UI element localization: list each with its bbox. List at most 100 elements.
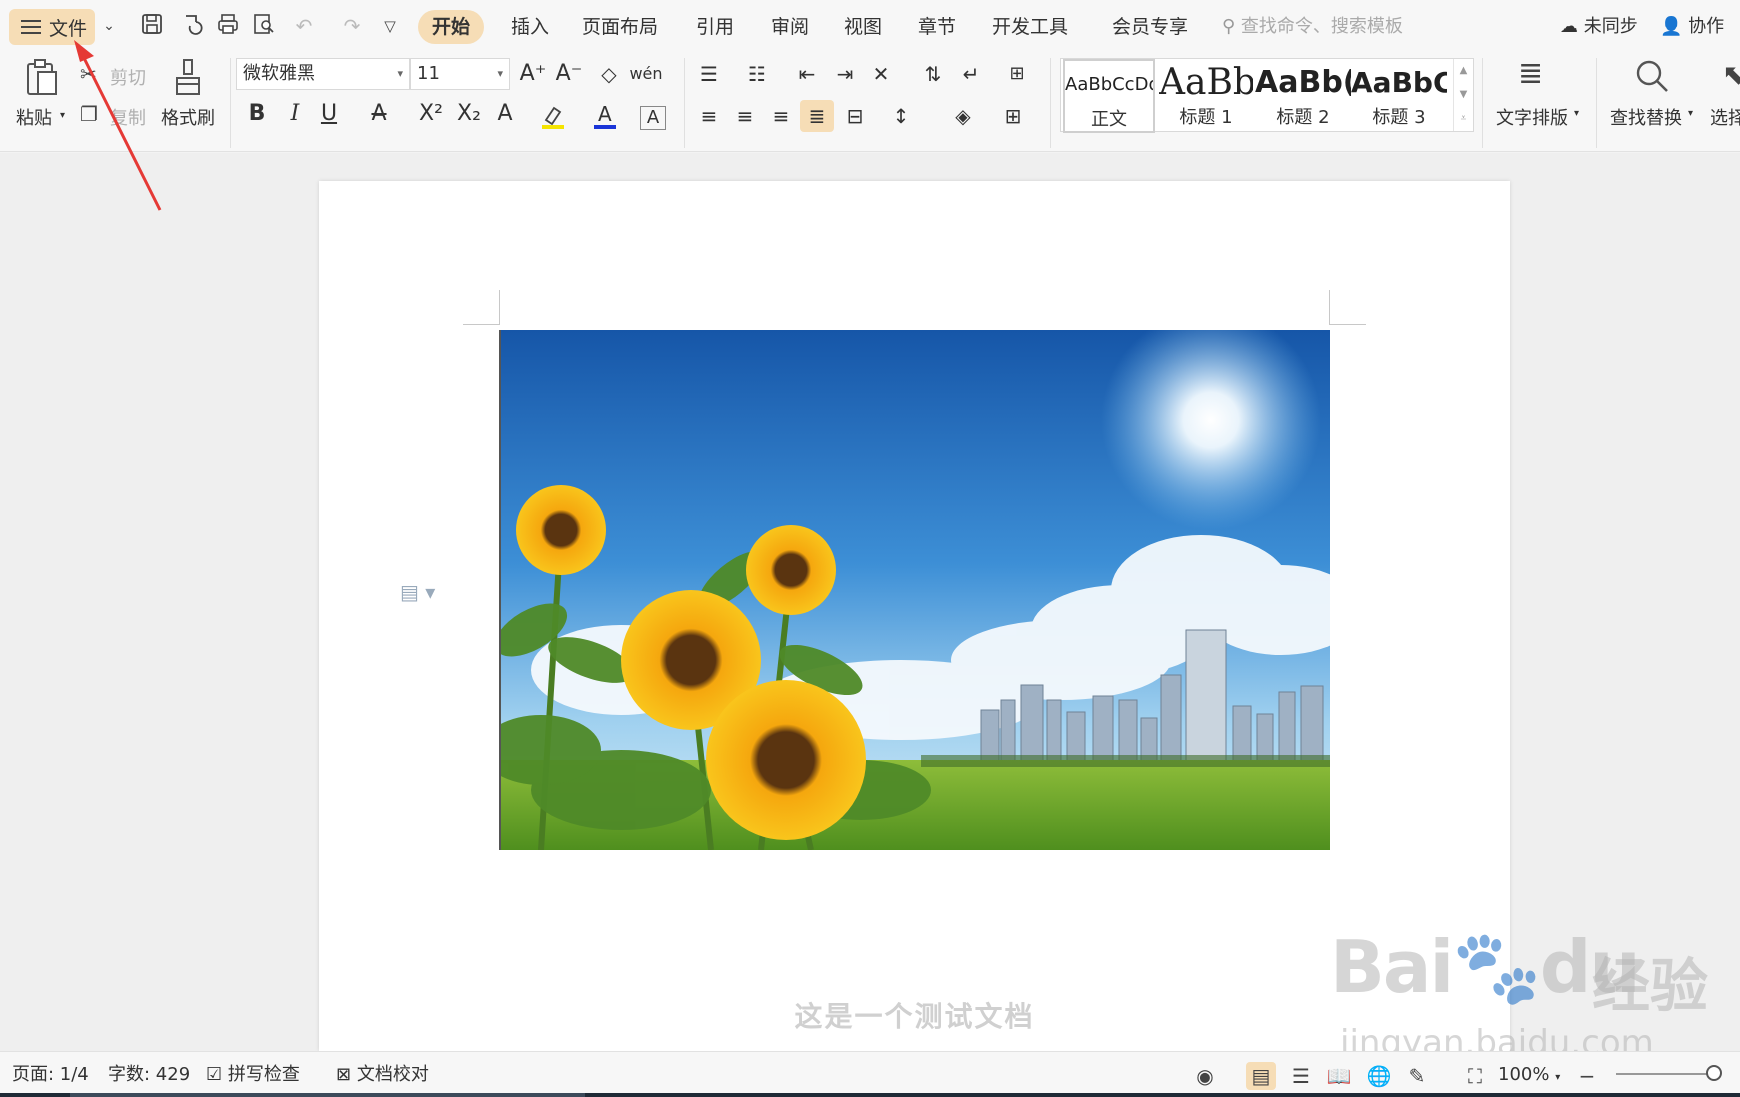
tab-5[interactable]: 视图 [838, 10, 888, 44]
pinyin-guide-icon[interactable]: wén [628, 58, 664, 90]
text-layout-icon[interactable]: ≣ [1518, 56, 1543, 91]
checkbox-icon: ☑ [206, 1064, 223, 1085]
style-heading-1[interactable]: AaBb 标题 1 [1159, 59, 1253, 133]
print-preview-icon[interactable] [250, 12, 278, 40]
undo-icon[interactable]: ↶ [290, 12, 318, 40]
superscript-icon[interactable]: X² [416, 98, 446, 130]
underline-icon[interactable]: U [316, 98, 342, 130]
table-tools-icon[interactable]: ⊞ [1002, 58, 1032, 90]
bold-icon[interactable]: B [244, 98, 270, 130]
write-mode-icon[interactable]: ✎ [1402, 1062, 1432, 1090]
redo-icon[interactable]: ↷ [338, 12, 366, 40]
style-heading-2[interactable]: AaBb( 标题 2 [1255, 59, 1351, 133]
chevron-up-icon[interactable]: ▲ [1454, 59, 1473, 83]
decrease-font-icon[interactable]: A⁻ [554, 58, 584, 90]
tab-8[interactable]: 会员专享 [1110, 10, 1190, 44]
increase-indent-icon[interactable]: ⇥ [830, 58, 860, 90]
paragraph-options-icon[interactable]: ▤ ▾ [400, 580, 435, 604]
select-button[interactable]: 选择 [1710, 104, 1740, 130]
reading-view-icon[interactable]: 📖 [1324, 1062, 1354, 1090]
text-layout-button[interactable]: 文字排版 [1496, 104, 1568, 130]
search-icon: ⚲ [1222, 16, 1236, 37]
doc-proof-button[interactable]: ⊠ 文档校对 [336, 1062, 429, 1088]
font-size-select[interactable]: 11 ▾ [410, 58, 510, 90]
sort-icon[interactable]: ⇅ [918, 58, 948, 90]
proof-icon: ⊠ [336, 1064, 352, 1085]
style-name: 标题 2 [1276, 107, 1330, 128]
word-count[interactable]: 字数: 429 [108, 1062, 190, 1088]
zoom-level[interactable]: 100% ▾ [1498, 1062, 1560, 1091]
outline-view-icon[interactable]: ☰ [1286, 1062, 1316, 1090]
format-painter-icon[interactable] [170, 58, 206, 98]
borders-icon[interactable]: ⊞ [998, 100, 1028, 132]
char-border-icon[interactable]: A [640, 106, 666, 130]
increase-font-icon[interactable]: A⁺ [518, 58, 548, 90]
inserted-picture[interactable] [499, 330, 1330, 850]
font-color-icon[interactable]: A [592, 102, 618, 130]
strikethrough-icon[interactable]: A [366, 98, 392, 130]
clear-format-icon[interactable]: ◇ [594, 58, 624, 90]
decrease-indent-icon[interactable]: ⇤ [792, 58, 822, 90]
text-layout-dropdown-icon[interactable]: ▾ [1574, 108, 1579, 119]
paste-button[interactable]: 粘贴 [16, 104, 52, 130]
font-name-select[interactable]: 微软雅黑 ▾ [236, 58, 410, 90]
fit-page-icon[interactable]: ⛶ [1460, 1062, 1490, 1090]
collaborate-button[interactable]: 👤 协作 [1660, 12, 1724, 42]
style-scroll[interactable]: ▲ ▼ ⩡ [1453, 59, 1473, 131]
margin-mark-top-right [1329, 290, 1366, 325]
show-marks-icon[interactable]: ↵ [956, 58, 986, 90]
divider [684, 58, 685, 148]
svg-text:A: A [598, 102, 612, 126]
chinese-layout-icon[interactable]: ✕ [866, 58, 896, 90]
export-icon[interactable] [178, 12, 206, 40]
expand-styles-icon[interactable]: ⩡ [1454, 107, 1473, 131]
zoom-slider-handle[interactable] [1706, 1065, 1722, 1081]
eye-protection-icon[interactable]: ◉ [1190, 1062, 1220, 1090]
sync-status[interactable]: ☁ 未同步 [1560, 12, 1638, 42]
tab-0[interactable]: 开始 [418, 10, 484, 44]
tab-1[interactable]: 插入 [505, 10, 555, 44]
align-left-icon[interactable]: ≡ [694, 100, 724, 132]
tab-6[interactable]: 章节 [912, 10, 962, 44]
italic-icon[interactable]: I [282, 98, 308, 130]
cursor-select-icon[interactable]: ⬉ [1722, 58, 1740, 91]
margin-mark-top-left [463, 290, 500, 325]
align-right-icon[interactable]: ≡ [766, 100, 796, 132]
align-center-icon[interactable]: ≡ [730, 100, 760, 132]
style-normal[interactable]: AaBbCcDd 正文 [1063, 59, 1155, 133]
text-effect-icon[interactable]: A [492, 98, 518, 130]
numbered-list-icon[interactable]: ☷ [742, 58, 772, 90]
zoom-slider-track[interactable] [1616, 1073, 1718, 1075]
tab-3[interactable]: 引用 [690, 10, 740, 44]
customize-toolbar-icon[interactable]: ▽ [376, 12, 404, 40]
justify-icon[interactable]: ≣ [800, 100, 834, 132]
print-icon[interactable] [214, 12, 242, 40]
style-name: 正文 [1091, 109, 1127, 130]
find-replace-dropdown-icon[interactable]: ▾ [1688, 108, 1693, 119]
tab-4[interactable]: 审阅 [765, 10, 815, 44]
tab-7[interactable]: 开发工具 [990, 10, 1070, 44]
chevron-down-icon[interactable]: ▼ [1454, 83, 1473, 107]
divider [1482, 58, 1483, 148]
font-size-value: 11 [417, 63, 440, 84]
subscript-icon[interactable]: X₂ [454, 98, 484, 130]
tab-2[interactable]: 页面布局 [580, 10, 660, 44]
command-search[interactable]: ⚲ 查找命令、搜索模板 [1222, 12, 1482, 42]
find-replace-button[interactable]: 查找替换 [1610, 104, 1682, 130]
bullet-list-icon[interactable]: ☰ [694, 58, 724, 90]
distribute-icon[interactable]: ⊟ [840, 100, 870, 132]
user-plus-icon: 👤 [1660, 16, 1683, 37]
style-heading-3[interactable]: AaBbC 标题 3 [1351, 59, 1447, 133]
web-view-icon[interactable]: 🌐 [1364, 1062, 1394, 1090]
watermark-paw-icon: 🐾 [1452, 925, 1542, 1009]
highlight-icon[interactable] [540, 104, 566, 130]
line-spacing-icon[interactable]: ↕ [886, 100, 916, 132]
paste-icon[interactable] [22, 58, 62, 98]
zoom-out-icon[interactable]: − [1572, 1062, 1602, 1090]
page-indicator[interactable]: 页面: 1/4 [12, 1062, 89, 1088]
search-placeholder: 查找命令、搜索模板 [1240, 16, 1403, 37]
page-view-icon[interactable]: ▤ [1246, 1062, 1276, 1090]
magnifier-icon[interactable] [1632, 58, 1672, 98]
spell-check-button[interactable]: ☑ 拼写检查 [206, 1062, 300, 1088]
shading-icon[interactable]: ◈ [948, 100, 978, 132]
